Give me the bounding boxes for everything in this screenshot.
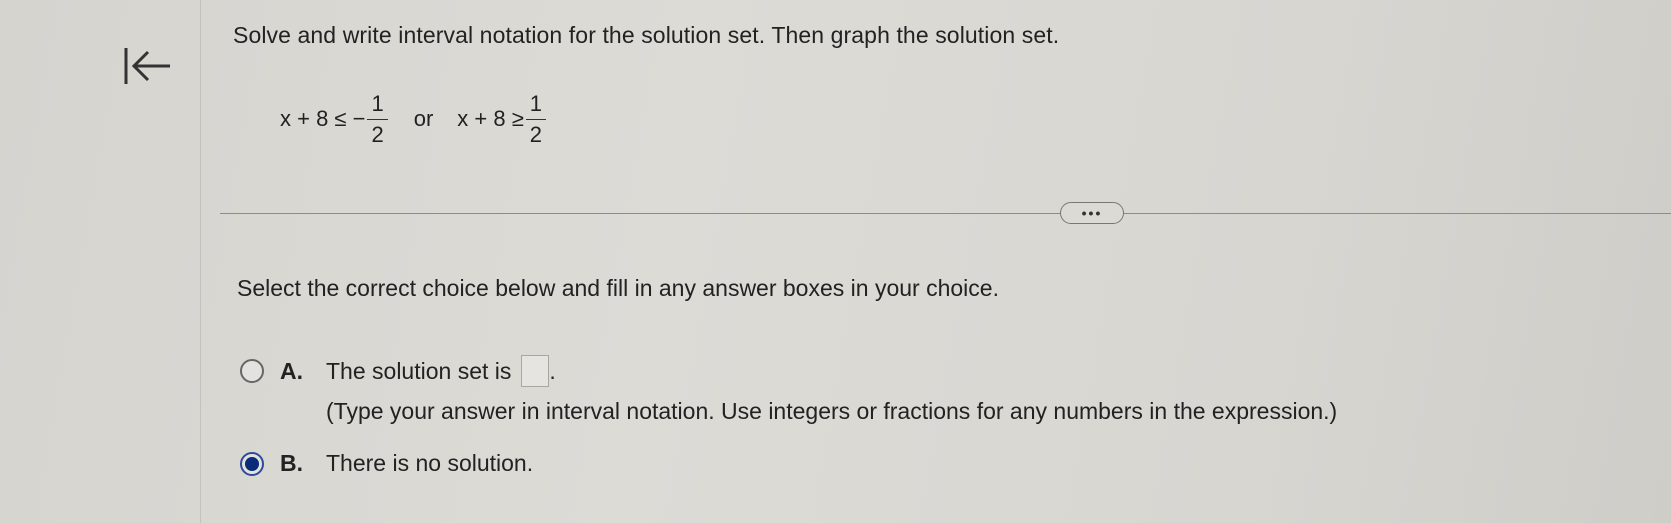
question-prompt: Solve and write interval notation for th… [233, 22, 1060, 48]
fraction-1-denominator: 2 [371, 121, 384, 147]
choice-a-hint: (Type your answer in interval notation. … [326, 398, 1338, 424]
back-button[interactable] [122, 44, 172, 88]
choice-b-text: There is no solution. [326, 450, 534, 476]
left-panel [0, 0, 201, 523]
fraction-2-denominator: 2 [529, 121, 543, 147]
choice-a-period: . [549, 357, 556, 384]
choice-b[interactable]: B. There is no solution. [240, 450, 533, 477]
fraction-2-numerator: 1 [525, 92, 547, 120]
choice-b-radio[interactable] [240, 451, 264, 476]
or-connector: or [413, 106, 434, 131]
interval-answer-box[interactable] [521, 355, 550, 387]
inequality-expression: x + 8 ≤ − 1 2 or x + 8 ≥ 1 2 [280, 84, 548, 154]
section-divider [220, 213, 1671, 214]
fraction-1: 1 2 [367, 92, 388, 147]
arrow-to-start-icon [124, 48, 170, 84]
fraction-1-numerator: 1 [367, 92, 388, 120]
choice-a[interactable]: A. The solution set is . [240, 355, 556, 387]
inequality-1-left: x + 8 ≤ − [280, 106, 366, 131]
choice-a-text: The solution set is [326, 357, 512, 384]
fraction-2: 1 2 [525, 92, 547, 147]
more-button[interactable]: ••• [1060, 202, 1124, 224]
choice-b-letter: B. [280, 450, 303, 476]
choice-a-letter: A. [280, 357, 303, 384]
choice-a-radio[interactable] [240, 359, 264, 383]
inequality-2-left: x + 8 ≥ [457, 106, 524, 131]
instruction-text: Select the correct choice below and fill… [237, 275, 999, 301]
